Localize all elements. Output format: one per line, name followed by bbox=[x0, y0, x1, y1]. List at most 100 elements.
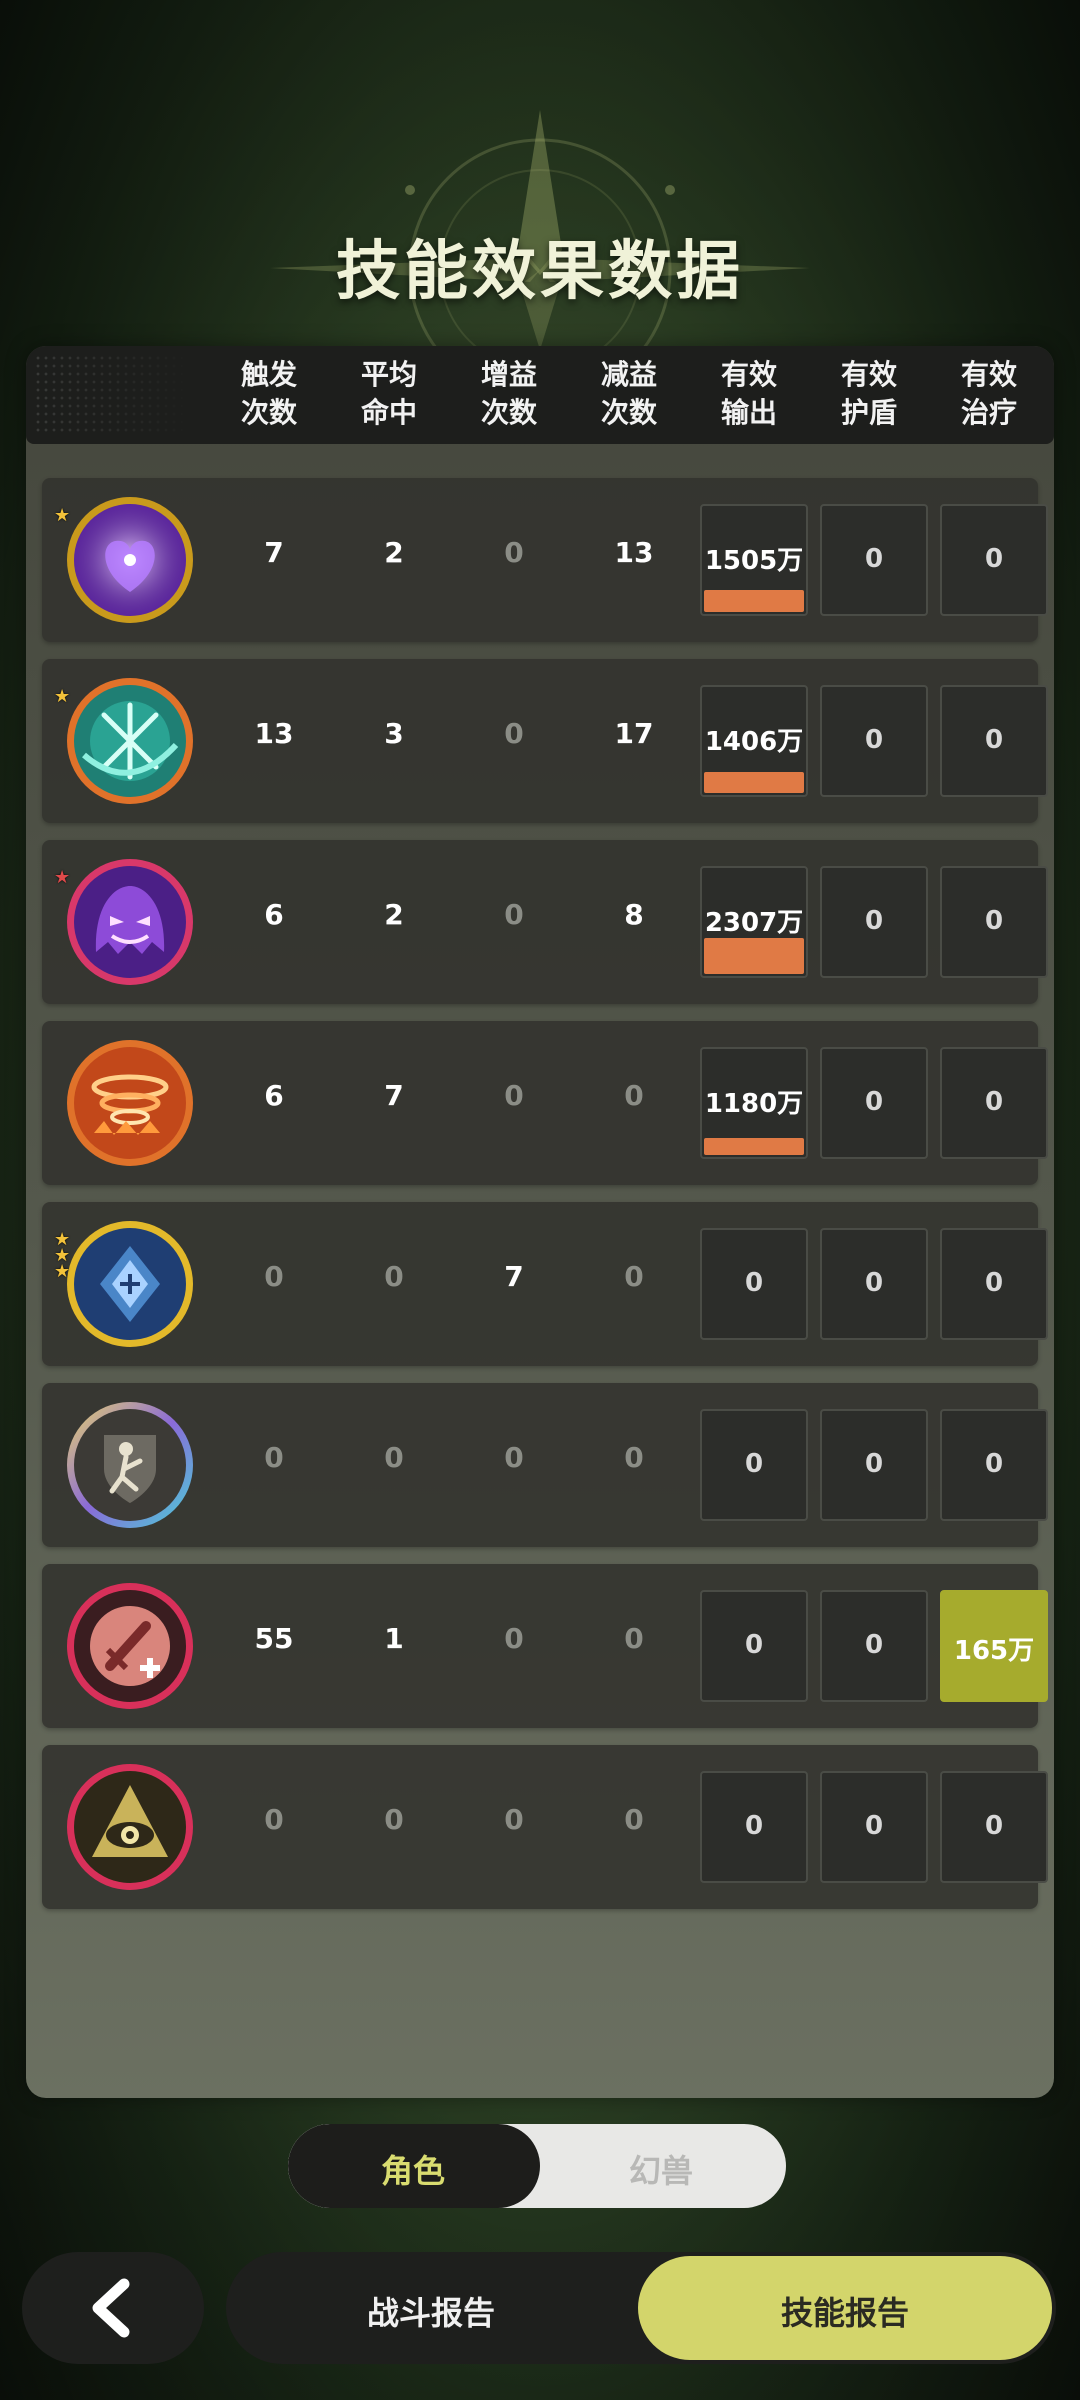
effective-shield-value: 0 bbox=[864, 1268, 884, 1298]
buff-count: 0 bbox=[504, 717, 524, 750]
effective-heal-cell: 0 bbox=[940, 1047, 1048, 1159]
effective-heal-value: 0 bbox=[984, 1449, 1004, 1479]
tab-skill-report[interactable]: 技能报告 bbox=[640, 2288, 1050, 2334]
effective-output-value: 0 bbox=[744, 1268, 764, 1298]
effective-heal-cell: 0 bbox=[940, 1771, 1048, 1883]
effective-output-cell: 2307万 bbox=[700, 866, 808, 978]
star-icon: ★ bbox=[54, 1261, 71, 1282]
back-button[interactable] bbox=[22, 2252, 204, 2364]
col-header-effective-heal: 有效 治疗 bbox=[934, 356, 1044, 432]
buff-count: 0 bbox=[504, 1079, 524, 1112]
report-tabs: 战斗报告 技能报告 bbox=[226, 2252, 1056, 2364]
effective-shield-value: 0 bbox=[864, 1630, 884, 1660]
col-header-line: 有效 bbox=[720, 358, 777, 391]
star-icon: ★ bbox=[54, 686, 71, 707]
effective-shield-cell: 0 bbox=[820, 866, 928, 978]
effective-output-cell: 1406万 bbox=[700, 685, 808, 797]
trigger-count: 7 bbox=[264, 536, 284, 569]
output-bar bbox=[704, 590, 804, 612]
trigger-count: 6 bbox=[264, 1079, 284, 1112]
effective-heal-cell: 0 bbox=[940, 1228, 1048, 1340]
buff-count: 0 bbox=[504, 1622, 524, 1655]
buff-count: 0 bbox=[504, 898, 524, 931]
col-header-line: 治疗 bbox=[960, 396, 1017, 429]
skill-row: 55 1 0 0 0 0 165万 bbox=[42, 1564, 1048, 1728]
effective-shield-cell: 0 bbox=[820, 1409, 928, 1521]
col-header-effective-output: 有效 输出 bbox=[694, 356, 804, 432]
avg-hits: 0 bbox=[384, 1260, 404, 1293]
effective-shield-value: 0 bbox=[864, 725, 884, 755]
effective-output-value: 0 bbox=[744, 1630, 764, 1660]
effective-shield-value: 0 bbox=[864, 544, 884, 574]
sword-heal-skill-icon[interactable] bbox=[64, 1580, 196, 1712]
trigger-count: 0 bbox=[264, 1260, 284, 1293]
avg-hits: 0 bbox=[384, 1803, 404, 1836]
eye-skill-icon[interactable] bbox=[64, 1761, 196, 1893]
skill-row: ★ ★ ★ 0 0 7 0 0 0 0 bbox=[42, 1202, 1048, 1366]
effective-heal-cell: 0 bbox=[940, 1409, 1048, 1521]
trigger-count: 0 bbox=[264, 1803, 284, 1836]
effective-shield-cell: 0 bbox=[820, 1590, 928, 1702]
debuff-count: 0 bbox=[624, 1260, 644, 1293]
skill-row: ★ 7 2 0 13 1505万 0 0 bbox=[42, 478, 1048, 642]
avg-hits: 3 bbox=[384, 717, 404, 750]
buff-count: 0 bbox=[504, 1441, 524, 1474]
effective-shield-cell: 0 bbox=[820, 504, 928, 616]
col-header-trigger-count: 触发 次数 bbox=[214, 356, 324, 432]
effective-shield-cell: 0 bbox=[820, 685, 928, 797]
trigger-count: 0 bbox=[264, 1441, 284, 1474]
effective-output-value: 2307万 bbox=[704, 908, 804, 938]
col-header-line: 平均 bbox=[360, 358, 417, 391]
skill-row: 0 0 0 0 0 0 0 bbox=[42, 1383, 1048, 1547]
effective-shield-value: 0 bbox=[864, 906, 884, 936]
tab-battle-report[interactable]: 战斗报告 bbox=[226, 2288, 636, 2334]
col-header-line: 有效 bbox=[840, 358, 897, 391]
col-header-line: 次数 bbox=[240, 396, 297, 429]
col-header-debuff-count: 减益 次数 bbox=[574, 356, 684, 432]
effective-output-value: 1406万 bbox=[704, 727, 804, 757]
ghost-skill-icon[interactable] bbox=[64, 856, 196, 988]
effective-shield-cell: 0 bbox=[820, 1047, 928, 1159]
purple-heart-skill-icon[interactable] bbox=[64, 494, 196, 626]
toggle-option-character[interactable]: 角色 bbox=[288, 2146, 538, 2192]
trigger-count: 13 bbox=[254, 717, 294, 750]
effective-shield-value: 0 bbox=[864, 1811, 884, 1841]
effective-heal-value: 165万 bbox=[953, 1636, 1035, 1666]
star-rating: ★ bbox=[54, 686, 76, 707]
fire-vortex-skill-icon[interactable] bbox=[64, 1037, 196, 1169]
toggle-option-beast[interactable]: 幻兽 bbox=[536, 2146, 786, 2192]
effective-heal-value: 0 bbox=[984, 906, 1004, 936]
effective-heal-cell: 0 bbox=[940, 685, 1048, 797]
star-rating: ★ bbox=[54, 505, 76, 526]
effective-heal-cell: 0 bbox=[940, 504, 1048, 616]
effective-shield-cell: 0 bbox=[820, 1228, 928, 1340]
header-pattern bbox=[34, 354, 194, 436]
teal-slash-skill-icon[interactable] bbox=[64, 675, 196, 807]
blue-crest-skill-icon[interactable] bbox=[64, 1218, 196, 1350]
dancer-shield-skill-icon[interactable] bbox=[64, 1399, 196, 1531]
col-header-line: 次数 bbox=[600, 396, 657, 429]
star-rating: ★ ★ ★ bbox=[54, 1231, 76, 1282]
effective-output-cell: 0 bbox=[700, 1590, 808, 1702]
effective-output-value: 1180万 bbox=[704, 1089, 804, 1119]
col-header-line: 增益 bbox=[480, 358, 537, 391]
col-header-line: 次数 bbox=[480, 396, 537, 429]
trigger-count: 55 bbox=[254, 1622, 294, 1655]
effective-output-value: 1505万 bbox=[704, 546, 804, 576]
character-beast-toggle[interactable]: 角色 幻兽 bbox=[288, 2124, 786, 2208]
output-bar bbox=[704, 1138, 804, 1155]
page-title: 技能效果数据 bbox=[336, 235, 744, 309]
avg-hits: 1 bbox=[384, 1622, 404, 1655]
col-header-line: 输出 bbox=[720, 396, 777, 429]
effective-output-cell: 1180万 bbox=[700, 1047, 808, 1159]
buff-count: 0 bbox=[504, 1803, 524, 1836]
output-bar bbox=[704, 938, 804, 974]
star-icon: ★ bbox=[54, 505, 71, 526]
effective-heal-cell: 0 bbox=[940, 866, 1048, 978]
output-bar bbox=[704, 772, 804, 793]
debuff-count: 8 bbox=[624, 898, 644, 931]
debuff-count: 0 bbox=[624, 1441, 644, 1474]
col-header-line: 触发 bbox=[240, 358, 297, 391]
col-header-line: 命中 bbox=[360, 396, 417, 429]
col-header-avg-hits: 平均 命中 bbox=[334, 356, 444, 432]
